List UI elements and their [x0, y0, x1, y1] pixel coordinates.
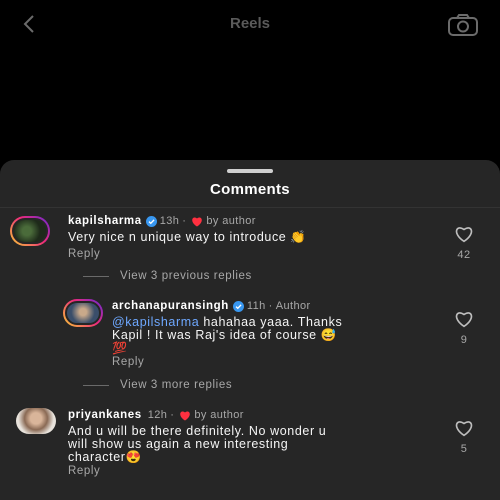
like-control[interactable]: 5 [453, 419, 475, 455]
comments-sheet: Comments kapilsharma 13h · by author Ver… [0, 160, 500, 500]
comment-text: And u will be there definitely. No wonde… [68, 424, 327, 464]
top-bar: Reels [0, 0, 500, 50]
like-count: 5 [460, 443, 468, 455]
reply-button[interactable]: Reply [68, 465, 100, 477]
avatar[interactable] [16, 408, 56, 434]
camera-icon[interactable] [447, 13, 479, 37]
timestamp: 12h [147, 409, 168, 421]
page-title: Reels [229, 15, 271, 32]
heart-outline-icon[interactable] [454, 419, 474, 437]
heart-filled-icon [180, 411, 191, 420]
liked-by-author: by author [194, 409, 244, 421]
username[interactable]: priyankanes [68, 409, 142, 421]
dot-separator: · [170, 409, 175, 421]
comment-meta: priyankanes 12h · by author [68, 409, 244, 421]
comment-item: priyankanes 12h · by author And u will b… [0, 160, 500, 500]
